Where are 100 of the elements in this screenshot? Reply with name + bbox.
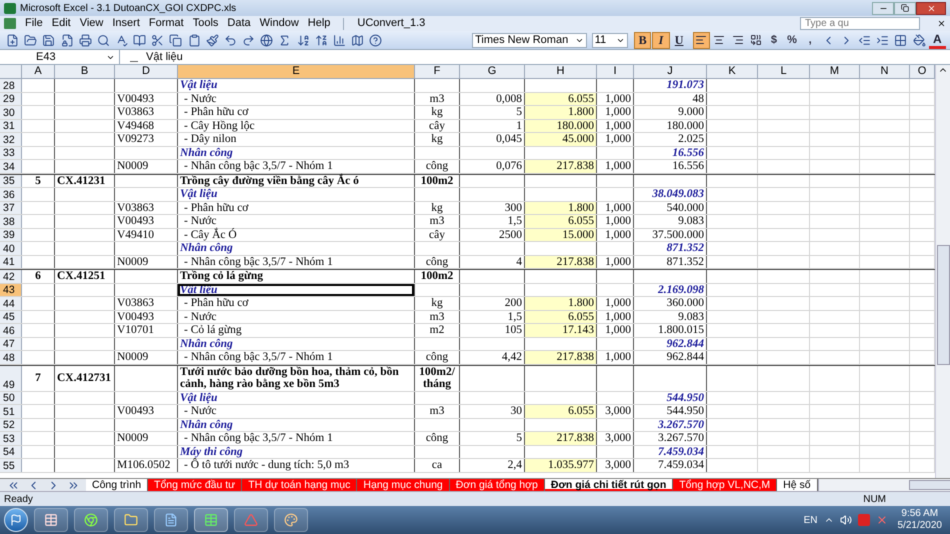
row-header[interactable]: 33 (0, 146, 22, 159)
row-header[interactable]: 48 (0, 351, 22, 364)
bold-button[interactable]: B (634, 32, 652, 48)
menu-item[interactable]: Tools (192, 15, 218, 32)
table-cell-text: 2500 (498, 228, 523, 241)
column-header[interactable]: B (55, 65, 115, 78)
menu-item[interactable]: Data (227, 15, 251, 32)
table-cell-text: 4 (515, 256, 523, 268)
row-header[interactable]: 31 (0, 120, 22, 132)
sheet-tab[interactable]: Tổng mức đầu tư (148, 479, 242, 491)
column-header[interactable]: E (178, 65, 415, 78)
close-button[interactable] (916, 2, 946, 14)
number-format-button[interactable]: , (802, 32, 819, 48)
row-header[interactable]: 55 (0, 459, 22, 472)
menu-item[interactable]: Format (148, 15, 184, 32)
row-header[interactable]: 47 (0, 338, 22, 350)
volume-icon[interactable] (840, 514, 852, 526)
size-select[interactable]: 11 (592, 32, 628, 48)
column-header[interactable]: F (415, 65, 460, 78)
row-header[interactable]: 53 (0, 432, 22, 444)
row-header[interactable]: 35 (0, 174, 22, 187)
row-header[interactable]: 39 (0, 228, 22, 241)
sheet-tab[interactable]: TH dự toán hạng mục (242, 479, 358, 491)
sheet-tab[interactable]: Công trình (86, 479, 148, 491)
row-header[interactable]: 54 (0, 446, 22, 458)
row-header[interactable]: 49 (0, 366, 22, 390)
help-field[interactable]: Type a qu (800, 17, 920, 30)
row-header[interactable]: 37 (0, 202, 22, 214)
sheet-tab[interactable]: Đơn giá chi tiết rút gọn (544, 479, 674, 491)
menu-item[interactable]: Window (260, 15, 299, 32)
column-header[interactable]: M (810, 65, 860, 78)
taskbar-app-icon[interactable] (74, 508, 108, 532)
paint-icon[interactable] (274, 508, 308, 532)
row-header[interactable]: 34 (0, 160, 22, 172)
align-left-icon[interactable] (692, 32, 710, 48)
number-format-button[interactable]: $ (765, 32, 782, 48)
spreadsheet-icon[interactable] (194, 508, 228, 532)
table-cell-text: - Nước (183, 310, 218, 323)
column-header[interactable]: I (597, 65, 634, 78)
italic-button[interactable]: I (652, 32, 670, 48)
minimize-button[interactable] (872, 2, 894, 14)
sheet-tab[interactable]: Hệ số (777, 479, 818, 491)
row-header[interactable]: 43 (0, 284, 22, 296)
row-header[interactable]: 44 (0, 297, 22, 310)
row-header[interactable]: 51 (0, 405, 22, 418)
clock-date[interactable]: 5/21/2020 (898, 520, 942, 532)
scroll-thumb[interactable] (936, 245, 950, 365)
menu-item[interactable]: Help (308, 15, 330, 32)
restore-button[interactable] (894, 2, 916, 14)
help-icon[interactable] (367, 32, 384, 48)
menu-item[interactable]: UConvert_1.3 (357, 15, 426, 32)
horizontal-scrollbar[interactable] (818, 479, 950, 491)
brush-icon[interactable] (204, 32, 221, 48)
sheet-tab[interactable]: Tổng hợp VL,NC,M (673, 479, 778, 491)
row-header[interactable]: 52 (0, 418, 22, 431)
row-header[interactable]: 46 (0, 324, 22, 336)
font-select[interactable]: Times New Roman (472, 32, 587, 48)
folder-icon[interactable] (114, 508, 148, 532)
table-cell-text: V03863 (116, 202, 156, 214)
table-cell-text: - Phân hữu cơ (183, 202, 250, 214)
menu-item[interactable]: File (25, 15, 43, 32)
column-header[interactable]: L (758, 65, 810, 78)
row-header[interactable]: 30 (0, 106, 22, 118)
fill-color-icon[interactable] (910, 32, 928, 48)
column-header[interactable]: G (460, 65, 525, 78)
menu-item[interactable]: Edit (52, 15, 71, 32)
sheet-tab[interactable]: Đơn giá tổng hợp (450, 479, 545, 491)
row-header[interactable]: 32 (0, 133, 22, 146)
number-format-button[interactable]: % (783, 32, 801, 48)
close-icon[interactable] (937, 19, 946, 28)
language-indicator[interactable]: EN (804, 512, 818, 528)
start-button[interactable] (4, 508, 28, 532)
printer-icon[interactable] (76, 32, 94, 48)
taskbar-app-icon[interactable] (34, 508, 68, 532)
row-header[interactable]: 29 (0, 92, 22, 105)
column-header[interactable]: N (860, 65, 910, 78)
vertical-scrollbar[interactable] (935, 65, 950, 478)
column-header[interactable]: H (525, 65, 597, 78)
underline-button[interactable]: U (670, 32, 688, 48)
word-icon[interactable] (154, 508, 188, 532)
sheet-tab[interactable]: Hạng mục chung (357, 479, 450, 491)
formula-field[interactable]: Vật liệu (146, 48, 183, 66)
menu-item[interactable]: View (80, 15, 104, 32)
table-cell-text: - Cây Ắc Ó (183, 228, 238, 241)
row-header[interactable]: 42 (0, 270, 22, 282)
column-header[interactable]: A (22, 65, 55, 78)
row-header[interactable]: 41 (0, 256, 22, 268)
row-header[interactable]: 28 (0, 79, 22, 92)
row-header[interactable]: 45 (0, 310, 22, 323)
column-header[interactable]: K (707, 65, 758, 78)
table-cell-text: V00493 (116, 310, 156, 323)
row-header[interactable]: 38 (0, 215, 22, 228)
menu-item[interactable]: Insert (112, 15, 140, 32)
column-header[interactable]: J (634, 65, 707, 78)
row-header[interactable]: 36 (0, 188, 22, 200)
table-cell-text: V03863 (116, 106, 156, 118)
row-header[interactable]: 50 (0, 392, 22, 404)
globe-icon[interactable] (258, 32, 276, 48)
row-header[interactable]: 40 (0, 242, 22, 254)
clock-time[interactable]: 9:56 AM (901, 508, 938, 520)
